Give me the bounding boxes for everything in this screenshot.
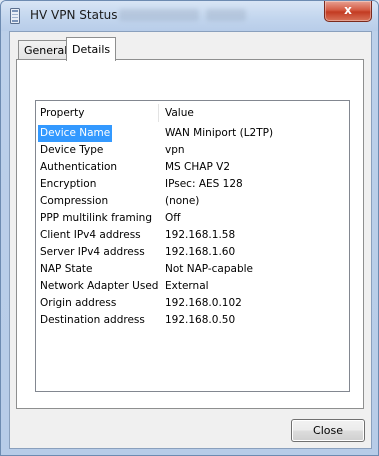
property-value: 192.168.0.50: [165, 314, 236, 326]
blurred-background-text: [206, 9, 246, 21]
property-value: (none): [165, 195, 200, 207]
details-tab-panel: Property Value Device Name WAN Miniport …: [16, 59, 364, 409]
close-button-label: Close: [313, 424, 343, 437]
list-item[interactable]: Network Adapter Used External: [39, 278, 348, 295]
property-value: Not NAP-capable: [165, 263, 254, 275]
list-item[interactable]: Authentication MS CHAP V2: [39, 159, 348, 176]
vpn-connection-icon: [10, 8, 20, 24]
blurred-background-text: [119, 9, 199, 21]
property-name: Client IPv4 address: [40, 229, 141, 241]
property-value: 192.168.1.58: [165, 229, 236, 241]
list-item[interactable]: NAP State Not NAP-capable: [39, 261, 348, 278]
tab-details-label: Details: [72, 43, 111, 56]
vpn-status-dialog: HV VPN Status x General Details Property…: [0, 0, 379, 456]
tab-general-label: General: [24, 44, 68, 57]
list-item[interactable]: Compression (none): [39, 193, 348, 210]
list-item[interactable]: Server IPv4 address 192.168.1.60: [39, 244, 348, 261]
list-item[interactable]: Encryption IPsec: AES 128: [39, 176, 348, 193]
property-name: Device Type: [40, 144, 104, 156]
list-item[interactable]: Device Name WAN Miniport (L2TP): [38, 125, 348, 142]
list-item[interactable]: Client IPv4 address 192.168.1.58: [39, 227, 348, 244]
list-header: Property Value: [39, 105, 348, 122]
property-value: External: [165, 280, 209, 292]
property-value: 192.168.1.60: [165, 246, 236, 258]
property-name: Encryption: [40, 178, 97, 190]
property-name: PPP multilink framing: [40, 212, 152, 224]
property-name: Authentication: [40, 161, 118, 173]
property-value: 192.168.0.102: [165, 297, 242, 309]
property-value: MS CHAP V2: [165, 161, 231, 173]
close-icon: x: [344, 3, 352, 17]
property-name: NAP State: [40, 263, 93, 275]
list-item[interactable]: PPP multilink framing Off: [39, 210, 348, 227]
property-value: IPsec: AES 128: [165, 178, 243, 190]
details-list-view[interactable]: Property Value Device Name WAN Miniport …: [35, 100, 350, 392]
close-button[interactable]: Close: [291, 419, 365, 442]
property-name: Device Name: [38, 125, 113, 142]
property-name: Compression: [40, 195, 109, 207]
tab-details[interactable]: Details: [66, 37, 117, 61]
property-value: Off: [165, 212, 181, 224]
property-name: Server IPv4 address: [40, 246, 145, 258]
property-value: vpn: [165, 144, 185, 156]
column-header-property[interactable]: Property: [39, 105, 84, 122]
property-name: Network Adapter Used: [40, 280, 159, 292]
close-window-button[interactable]: x: [324, 1, 372, 22]
list-item[interactable]: Destination address 192.168.0.50: [39, 312, 348, 329]
column-header-value[interactable]: Value: [165, 105, 194, 122]
property-value: WAN Miniport (L2TP): [165, 127, 274, 139]
column-divider[interactable]: [158, 104, 159, 122]
list-item[interactable]: Device Type vpn: [39, 142, 348, 159]
property-name: Destination address: [40, 314, 145, 326]
property-name: Origin address: [40, 297, 117, 309]
window-title: HV VPN Status: [30, 8, 118, 22]
dialog-body: General Details Property Value Device Na…: [9, 31, 372, 449]
title-bar[interactable]: HV VPN Status x: [1, 1, 378, 31]
list-item[interactable]: Origin address 192.168.0.102: [39, 295, 348, 312]
